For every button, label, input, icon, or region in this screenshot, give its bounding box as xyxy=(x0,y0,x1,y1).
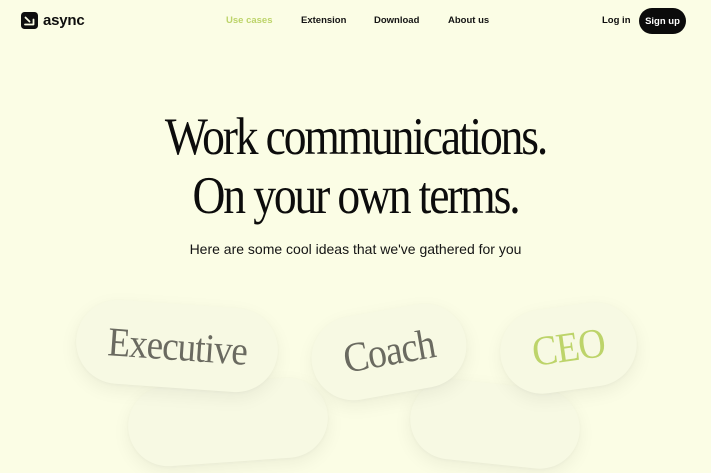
brand-name: async xyxy=(43,12,85,29)
role-pill-ceo[interactable]: CEO xyxy=(494,296,643,400)
async-logo-icon xyxy=(21,12,38,29)
nav-about-us[interactable]: About us xyxy=(448,15,489,26)
role-pill-executive[interactable]: Executive xyxy=(73,297,281,395)
nav-use-cases[interactable]: Use cases xyxy=(226,15,272,26)
top-navigation: async Use cases Extension Download About… xyxy=(0,0,711,42)
role-pill-label: Executive xyxy=(105,318,249,374)
brand-logo[interactable]: async xyxy=(21,12,85,29)
sign-up-button[interactable]: Sign up xyxy=(639,8,686,34)
hero-title: Work communications. On your own terms. xyxy=(0,108,711,226)
nav-extension[interactable]: Extension xyxy=(301,15,346,26)
log-in-link[interactable]: Log in xyxy=(602,15,631,26)
hero-title-line-2: On your own terms. xyxy=(192,167,521,225)
role-pill-label: Coach xyxy=(339,321,439,383)
hero-subtitle: Here are some cool ideas that we've gath… xyxy=(189,241,522,257)
role-pill-label: CEO xyxy=(529,320,608,376)
nav-download[interactable]: Download xyxy=(374,15,419,26)
hero-title-line-1: Work communications. xyxy=(164,108,548,166)
